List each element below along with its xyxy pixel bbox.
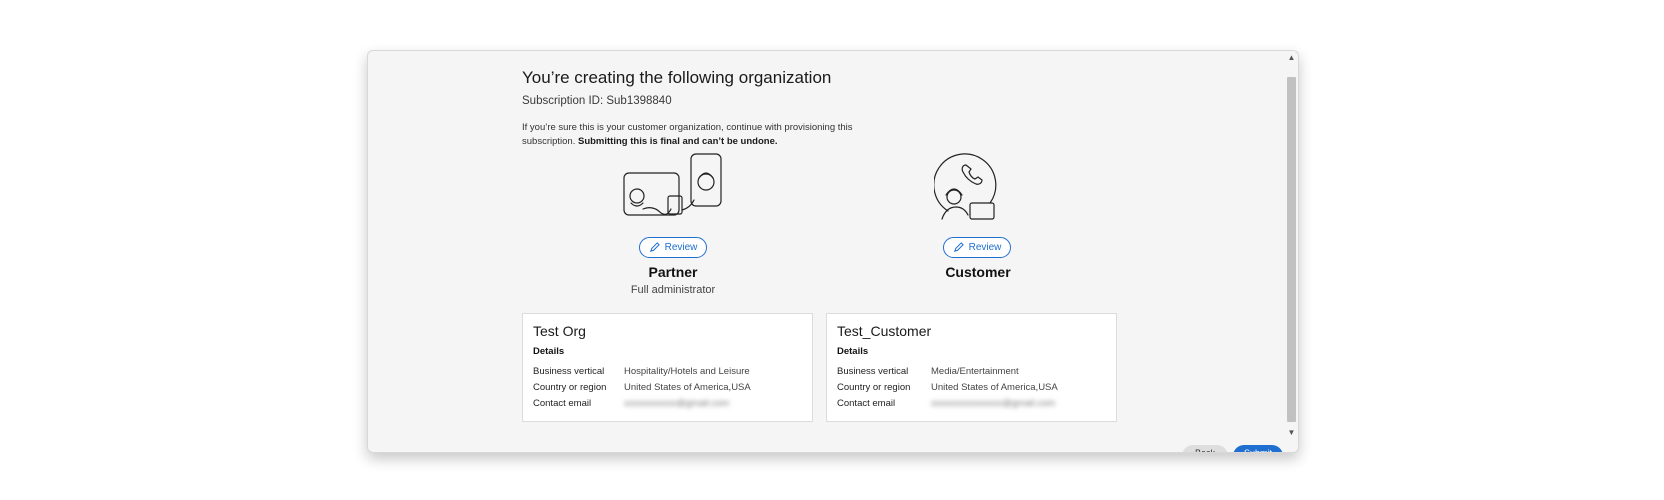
partner-org-card: Test Org Details Business vertical Hospi… bbox=[522, 313, 813, 422]
subscription-id: Subscription ID: Sub1398840 bbox=[522, 95, 672, 107]
partner-details-heading: Details bbox=[533, 346, 565, 357]
intro-text-bold: Submitting this is final and can’t be un… bbox=[577, 136, 778, 147]
intro-text: If you’re sure this is your customer org… bbox=[522, 121, 872, 149]
customer-row-value: Media/Entertainment bbox=[931, 366, 1019, 377]
customer-role-title: Customer bbox=[945, 264, 1011, 280]
customer-illustration-icon bbox=[934, 153, 1000, 221]
partner-row-label: Contact email bbox=[533, 398, 592, 409]
partner-row-value: Hospitality/Hotels and Leisure bbox=[624, 366, 750, 377]
partner-review-label: Review bbox=[664, 242, 698, 253]
partner-row-label: Business vertical bbox=[533, 366, 605, 377]
customer-review-button[interactable]: Review bbox=[943, 237, 1011, 258]
scroll-down-arrow-icon[interactable]: ▼ bbox=[1285, 426, 1298, 440]
customer-details-heading: Details bbox=[837, 346, 869, 357]
customer-row-value: United States of America,USA bbox=[931, 382, 1058, 393]
partner-row-label: Country or region bbox=[533, 382, 607, 393]
submit-button[interactable]: Submit bbox=[1233, 445, 1283, 452]
pencil-icon bbox=[953, 242, 964, 252]
partner-org-name: Test Org bbox=[533, 323, 586, 339]
scrollbar-thumb[interactable] bbox=[1287, 77, 1296, 422]
customer-contact-email: xxxxxxxxxxxxxxx@gmail.com bbox=[931, 398, 1056, 409]
partner-review-button[interactable]: Review bbox=[639, 237, 707, 258]
pencil-icon bbox=[649, 242, 660, 252]
customer-row-label: Country or region bbox=[837, 382, 911, 393]
partner-role-title: Partner bbox=[648, 264, 698, 280]
back-button[interactable]: Back bbox=[1182, 445, 1228, 452]
partner-illustration-icon bbox=[623, 153, 723, 219]
partner-role-subtitle: Full administrator bbox=[630, 284, 716, 296]
dialog-title: You’re creating the following organizati… bbox=[522, 68, 832, 87]
partner-row-value: United States of America,USA bbox=[624, 382, 751, 393]
create-organization-dialog: You’re creating the following organizati… bbox=[367, 50, 1299, 453]
customer-row-label: Contact email bbox=[837, 398, 896, 409]
customer-org-card: Test_Customer Details Business vertical … bbox=[826, 313, 1117, 422]
customer-org-name: Test_Customer bbox=[837, 323, 932, 339]
scroll-up-arrow-icon[interactable]: ▲ bbox=[1285, 51, 1298, 65]
customer-row-label: Business vertical bbox=[837, 366, 909, 377]
vertical-scrollbar[interactable]: ▲ ▼ bbox=[1285, 51, 1298, 452]
customer-review-label: Review bbox=[968, 242, 1002, 253]
partner-contact-email: xxxxxxxxxxx@gmail.com bbox=[624, 398, 730, 409]
